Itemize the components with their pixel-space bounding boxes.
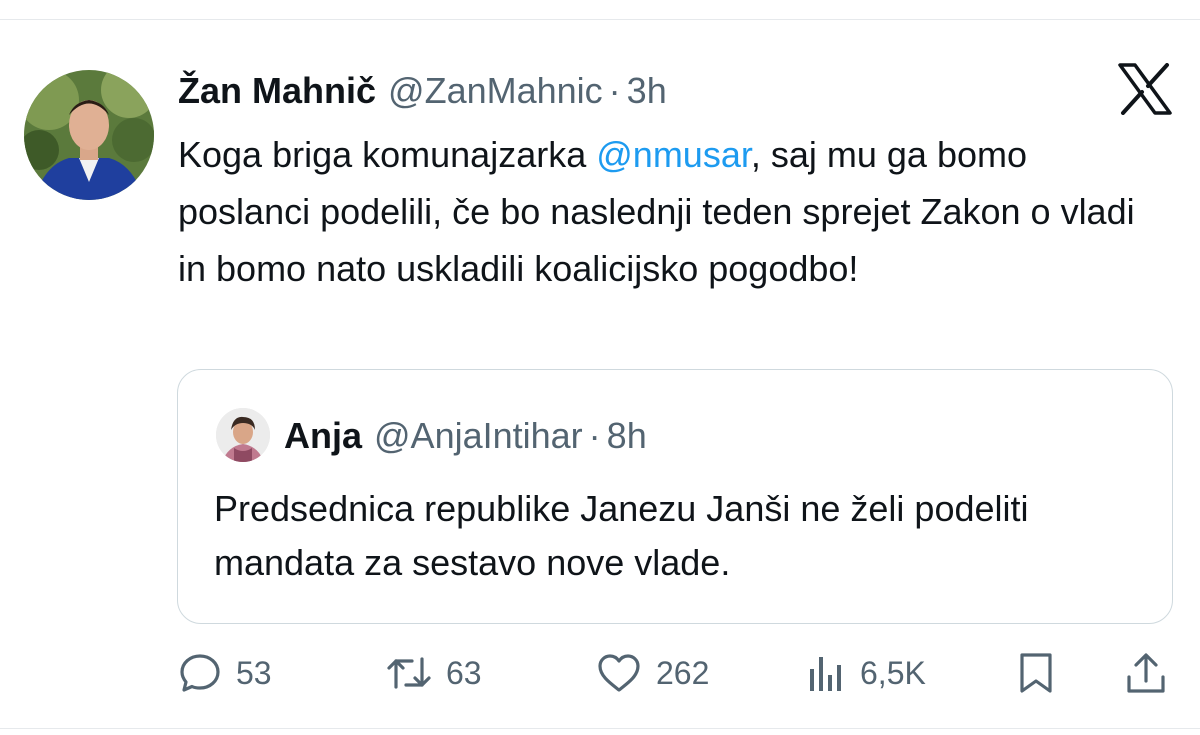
views-count: 6,5K	[860, 655, 926, 691]
author-name[interactable]: Žan Mahnič	[178, 66, 376, 116]
mention-link[interactable]: @nmusar	[596, 134, 751, 175]
quoted-tweet-card[interactable]: Anja @AnjaIntihar · 8h Predsednica repub…	[177, 369, 1173, 624]
quoted-author-handle[interactable]: @AnjaIntihar	[374, 410, 583, 462]
bookmark-icon	[1016, 651, 1056, 695]
reply-icon	[178, 651, 222, 695]
author-avatar[interactable]	[24, 70, 154, 200]
quoted-tweet-header: Anja @AnjaIntihar · 8h	[284, 410, 647, 462]
separator-dot: ·	[588, 415, 601, 456]
share-button[interactable]	[1124, 648, 1168, 698]
quoted-tweet-text: Predsednica republike Janezu Janši ne že…	[214, 488, 1029, 583]
quoted-author-avatar[interactable]	[216, 408, 270, 462]
quoted-author-name[interactable]: Anja	[284, 410, 362, 462]
like-button[interactable]: 262	[596, 648, 709, 698]
top-divider	[0, 19, 1200, 20]
tweet-text: Koga briga komunajzarka @nmusar, saj mu …	[178, 126, 1138, 297]
heart-icon	[596, 651, 642, 695]
reply-count: 53	[236, 655, 272, 691]
share-icon	[1124, 651, 1168, 695]
views-icon	[806, 651, 846, 695]
tweet-time[interactable]: 3h	[627, 66, 667, 116]
reply-button[interactable]: 53	[178, 648, 272, 698]
author-handle[interactable]: @ZanMahnic	[388, 66, 603, 116]
action-bar: 53 63 262 6,5K	[0, 648, 1200, 698]
like-count: 262	[656, 655, 710, 691]
separator-dot: ·	[608, 70, 621, 111]
repost-icon	[386, 651, 432, 695]
x-logo-icon[interactable]	[1117, 63, 1173, 115]
repost-button[interactable]: 63	[386, 648, 482, 698]
views-button[interactable]: 6,5K	[806, 648, 926, 698]
tweet-text-part: Koga briga komunajzarka	[178, 134, 597, 175]
quoted-tweet-time[interactable]: 8h	[607, 410, 647, 462]
tweet-header: Žan Mahnič @ZanMahnic · 3h	[178, 66, 667, 116]
bottom-divider	[0, 728, 1200, 729]
bookmark-button[interactable]	[1016, 648, 1056, 698]
repost-count: 63	[446, 655, 482, 691]
